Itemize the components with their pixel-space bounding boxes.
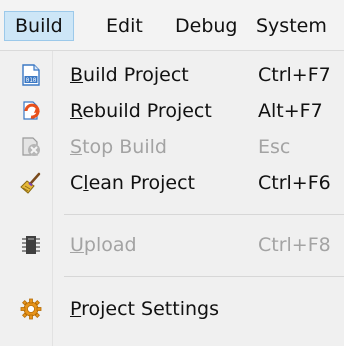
gear-icon — [20, 298, 42, 320]
menu-item-label: Stop Build — [70, 136, 167, 158]
svg-text:010: 010 — [26, 77, 37, 84]
broom-icon — [20, 172, 42, 194]
menu-separator — [64, 276, 344, 277]
shortcut-label: Alt+F7 — [258, 100, 323, 122]
menu-item-label: Clean Project — [70, 172, 195, 194]
menu-item-project-settings[interactable]: Project Settings — [0, 291, 344, 327]
menu-item-label: Upload — [70, 234, 137, 256]
menu-item-rebuild-project[interactable]: Rebuild Project Alt+F7 — [0, 93, 344, 129]
build-binary-icon: 010 — [20, 64, 42, 86]
shortcut-label: Esc — [258, 136, 291, 158]
shortcut-label: Ctrl+F8 — [258, 234, 331, 256]
rebuild-refresh-icon — [20, 100, 42, 122]
menu-item-label: Project Settings — [70, 298, 219, 320]
menu-separator — [64, 214, 344, 215]
menu-system[interactable]: System — [256, 12, 327, 40]
menu-item-clean-project[interactable]: Clean Project Ctrl+F6 — [0, 165, 344, 201]
stop-build-icon — [20, 136, 42, 158]
build-dropdown-menu: 010 Build Project Ctrl+F7 Rebuild Projec… — [0, 51, 344, 346]
shortcut-label: Ctrl+F7 — [258, 64, 331, 86]
chip-upload-icon — [20, 234, 42, 256]
menu-build[interactable]: Build — [4, 11, 74, 41]
menu-item-upload: Upload Ctrl+F8 — [0, 227, 344, 263]
menu-item-build-project[interactable]: 010 Build Project Ctrl+F7 — [0, 57, 344, 93]
menu-item-stop-build: Stop Build Esc — [0, 129, 344, 165]
menu-debug[interactable]: Debug — [175, 12, 237, 40]
menu-edit[interactable]: Edit — [106, 12, 143, 40]
menu-bar: Build Edit Debug System — [0, 0, 344, 51]
menu-item-label: Build Project — [70, 64, 189, 86]
menu-item-label: Rebuild Project — [70, 100, 212, 122]
shortcut-label: Ctrl+F6 — [258, 172, 331, 194]
